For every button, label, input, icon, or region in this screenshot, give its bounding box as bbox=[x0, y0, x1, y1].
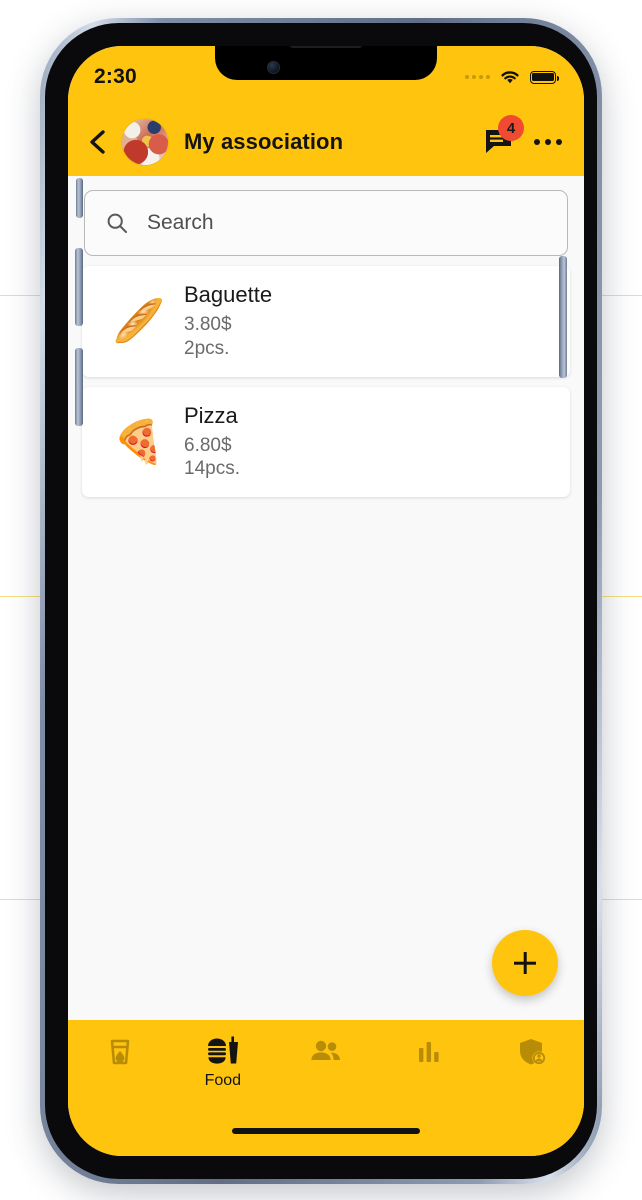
list-item-title: Pizza bbox=[184, 402, 238, 428]
page-title: My association bbox=[184, 129, 344, 154]
home-indicator bbox=[232, 1128, 420, 1134]
app-bar-actions: 4 bbox=[484, 115, 562, 157]
volume-down-button[interactable] bbox=[75, 348, 83, 426]
list-item-price: 6.80$ bbox=[184, 434, 232, 456]
status-bar: 2:30 bbox=[68, 46, 584, 108]
list-item[interactable]: 🥖 Baguette 3.80$ 2pcs. bbox=[82, 266, 570, 377]
list-item-quantity: 14pcs. bbox=[184, 458, 240, 480]
phone-device-frame: 2:30 My association 4 Search 🥖 Baguette … bbox=[40, 18, 602, 1184]
list-item-price: 3.80$ bbox=[184, 314, 232, 335]
front-camera-icon bbox=[267, 61, 280, 74]
shield-account-icon bbox=[520, 1039, 547, 1065]
pizza-image: 🍕 bbox=[112, 417, 166, 465]
nav-item-stats[interactable] bbox=[378, 1036, 481, 1072]
app-bar: My association 4 bbox=[68, 108, 584, 176]
list-item-quantity: 2pcs. bbox=[184, 337, 230, 359]
add-item-fab[interactable] bbox=[492, 930, 558, 996]
list-item-title: Baguette bbox=[184, 282, 273, 307]
volume-up-button[interactable] bbox=[75, 248, 83, 326]
chat-badge: 4 bbox=[498, 115, 524, 141]
search-input[interactable]: Search bbox=[84, 190, 568, 256]
content-area: Search 🥖 Baguette 3.80$ 2pcs. 🍕 Pizza 6.… bbox=[68, 176, 584, 1020]
search-section: Search bbox=[68, 176, 584, 266]
battery-full-icon bbox=[530, 70, 559, 84]
status-bar-indicators bbox=[465, 69, 578, 85]
people-group-icon bbox=[311, 1040, 340, 1060]
earpiece-speaker-icon bbox=[290, 46, 362, 48]
bar-chart-icon bbox=[419, 1042, 439, 1062]
search-placeholder: Search bbox=[147, 211, 214, 234]
baguette-image: 🥖 bbox=[112, 297, 166, 345]
phone-bezel: 2:30 My association 4 Search 🥖 Baguette … bbox=[45, 23, 597, 1179]
back-chevron-icon[interactable] bbox=[84, 128, 112, 156]
power-button[interactable] bbox=[559, 256, 567, 378]
display-notch bbox=[215, 46, 437, 80]
signal-dots-icon bbox=[465, 75, 490, 79]
avatar[interactable] bbox=[122, 119, 168, 165]
nav-item-security[interactable] bbox=[481, 1036, 584, 1072]
bottom-navigation-bar: Food bbox=[68, 1020, 584, 1156]
drink-cup-icon bbox=[110, 1039, 129, 1065]
nav-label: Food bbox=[204, 1072, 242, 1089]
phone-screen: 2:30 My association 4 Search 🥖 Baguette … bbox=[68, 46, 584, 1156]
list-item-body: Baguette 3.80$ 2pcs. bbox=[178, 282, 552, 361]
chat-button[interactable]: 4 bbox=[484, 115, 524, 157]
plus-icon bbox=[514, 952, 536, 974]
list-item-body: Pizza 6.80$ 14pcs. bbox=[178, 403, 552, 482]
mute-switch-button[interactable] bbox=[76, 178, 83, 218]
nav-item-food[interactable]: Food bbox=[171, 1036, 274, 1090]
search-icon bbox=[107, 213, 127, 233]
nav-item-people[interactable] bbox=[274, 1036, 377, 1072]
status-bar-clock: 2:30 bbox=[94, 65, 137, 88]
wifi-icon bbox=[501, 71, 519, 84]
nav-item-drinks[interactable] bbox=[68, 1036, 171, 1072]
list-item[interactable]: 🍕 Pizza 6.80$ 14pcs. bbox=[82, 386, 570, 497]
fast-food-icon bbox=[207, 1036, 238, 1064]
kebab-menu-icon[interactable] bbox=[534, 139, 562, 145]
